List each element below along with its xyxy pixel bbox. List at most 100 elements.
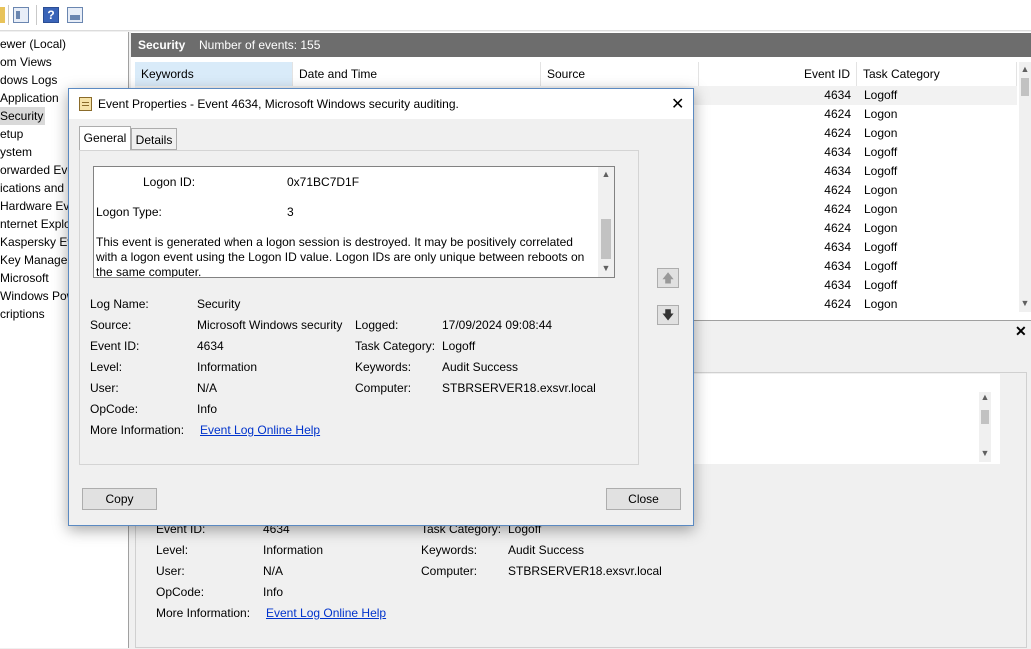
logged-label: Logged: — [355, 318, 399, 332]
close-icon[interactable]: ✕ — [1015, 323, 1027, 340]
event-id-cell: 4634 — [824, 88, 851, 102]
previous-event-button[interactable]: 🡅 — [657, 268, 679, 288]
task-category-cell: Logon — [864, 221, 898, 235]
column-date-time[interactable]: Date and Time — [293, 62, 541, 86]
event-id-cell: 4634 — [824, 164, 851, 178]
tree-item[interactable]: ystem — [0, 143, 34, 161]
task-category-cell: Logoff — [864, 240, 898, 254]
tab-general[interactable]: General — [79, 126, 131, 151]
level-value: Information — [197, 360, 258, 374]
logged-value: 17/09/2024 09:08:44 — [442, 318, 553, 332]
tree-item[interactable]: Hardware Eve — [0, 197, 78, 215]
computer-value: STBRSERVER18.exsvr.local — [442, 381, 596, 395]
tree-item[interactable]: ewer (Local) — [0, 35, 68, 53]
task-category-cell: Logoff — [864, 145, 898, 159]
event-id-value: 4634 — [197, 339, 224, 353]
tree-item[interactable]: Security — [0, 107, 46, 125]
tree-item[interactable]: Microsoft — [0, 269, 51, 287]
task-category-cell: Logoff — [864, 88, 898, 102]
field-value: N/A — [263, 564, 284, 578]
close-icon[interactable]: ✕ — [671, 94, 684, 114]
tree-item[interactable]: orwarded Eve — [0, 161, 76, 179]
scroll-down-icon[interactable]: ▼ — [1019, 298, 1031, 308]
opcode-value: Info — [197, 402, 218, 416]
grid-scrollbar[interactable]: ▲ ▼ — [1019, 62, 1031, 312]
scroll-thumb[interactable] — [1021, 78, 1029, 96]
description-scrollbar[interactable]: ▲ ▼ — [598, 167, 614, 277]
event-id-cell: 4634 — [824, 240, 851, 254]
tree-item[interactable]: etup — [0, 125, 25, 143]
arrow-up-icon: 🡅 — [661, 271, 675, 285]
column-task-category[interactable]: Task Category — [857, 62, 1017, 86]
event-log-help-link[interactable]: Event Log Online Help — [266, 606, 386, 620]
next-event-button[interactable]: 🡇 — [657, 305, 679, 325]
field-label: OpCode: — [156, 585, 205, 599]
field-label: Computer: — [421, 564, 478, 578]
tree-item[interactable]: Application — [0, 89, 61, 107]
user-value: N/A — [197, 381, 218, 395]
field-label: Level: — [156, 543, 189, 557]
field-value: Info — [263, 585, 284, 599]
tree-item[interactable]: nternet Explo — [0, 215, 73, 233]
preview-scrollbar[interactable]: ▲ ▼ — [979, 392, 991, 462]
event-id-cell: 4624 — [824, 183, 851, 197]
tree-item[interactable]: dows Logs — [0, 71, 59, 89]
logon-id-label: Logon ID: — [143, 175, 196, 189]
tab-details[interactable]: Details — [131, 128, 177, 150]
event-properties-icon — [79, 97, 92, 111]
column-event-id[interactable]: Event ID — [699, 62, 857, 86]
scroll-down-icon[interactable]: ▼ — [979, 448, 991, 458]
event-id-cell: 4634 — [824, 278, 851, 292]
folder-icon[interactable] — [0, 7, 5, 23]
event-id-cell: 4634 — [824, 145, 851, 159]
scroll-thumb[interactable] — [601, 219, 611, 259]
level-label: Level: — [90, 360, 123, 374]
tree-item[interactable]: ications and — [0, 179, 66, 197]
field-label: More Information: — [156, 606, 251, 620]
task-category-value: Logoff — [442, 339, 476, 353]
panel-icon[interactable] — [13, 7, 29, 23]
tree-item[interactable]: Windows Pow — [0, 287, 77, 305]
event-count: Number of events: 155 — [199, 38, 321, 52]
clipped-text — [143, 166, 243, 167]
logon-id-value: 0x71BC7D1F — [287, 175, 360, 189]
task-category-cell: Logoff — [864, 164, 898, 178]
tree-item[interactable]: criptions — [0, 305, 47, 323]
close-button[interactable]: Close — [606, 488, 681, 510]
source-label: Source: — [90, 318, 132, 332]
scroll-up-icon[interactable]: ▲ — [598, 169, 614, 179]
event-id-cell: 4624 — [824, 221, 851, 235]
copy-button[interactable]: Copy — [82, 488, 157, 510]
field-value: STBRSERVER18.exsvr.local — [508, 564, 662, 578]
logon-type-value: 3 — [287, 205, 294, 219]
field-value: Audit Success — [508, 543, 585, 557]
scroll-thumb[interactable] — [981, 410, 989, 424]
event-log-help-link[interactable]: Event Log Online Help — [200, 423, 320, 437]
task-category-label: Task Category: — [355, 339, 436, 353]
preview-pane-icon[interactable] — [67, 7, 83, 23]
keywords-value: Audit Success — [442, 360, 519, 374]
task-category-cell: Logon — [864, 107, 898, 121]
event-id-cell: 4624 — [824, 126, 851, 140]
scroll-up-icon[interactable]: ▲ — [979, 392, 991, 402]
task-category-cell: Logoff — [864, 259, 898, 273]
log-header: Security Number of events: 155 — [131, 33, 1031, 57]
toolbar: ? — [0, 0, 1031, 31]
column-source[interactable]: Source — [541, 62, 699, 86]
task-category-cell: Logon — [864, 126, 898, 140]
opcode-label: OpCode: — [90, 402, 139, 416]
field-value: Information — [263, 543, 324, 557]
dialog-titlebar: Event Properties - Event 4634, Microsoft… — [69, 89, 693, 119]
column-keywords[interactable]: Keywords — [135, 62, 293, 86]
scroll-up-icon[interactable]: ▲ — [1019, 64, 1031, 74]
task-category-cell: Logoff — [864, 278, 898, 292]
logon-type-label: Logon Type: — [96, 205, 162, 219]
event-id-cell: 4624 — [824, 297, 851, 311]
scroll-down-icon[interactable]: ▼ — [598, 263, 614, 273]
more-info-label: More Information: — [90, 423, 185, 437]
tree-item[interactable]: om Views — [0, 53, 54, 71]
help-icon[interactable]: ? — [43, 7, 59, 23]
task-category-cell: Logon — [864, 297, 898, 311]
event-id-cell: 4624 — [824, 107, 851, 121]
field-label: Keywords: — [421, 543, 478, 557]
